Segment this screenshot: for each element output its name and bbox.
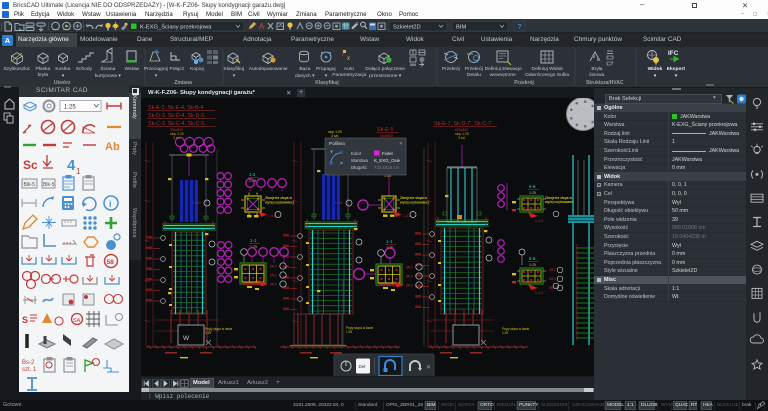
svg-text:Zbrojenie słupa w: Zbrojenie słupa w	[265, 196, 292, 200]
svg-text:1:25: 1:25	[64, 105, 76, 111]
svg-text:SA: SA	[73, 318, 81, 324]
svg-text:1:25: 1:25	[346, 330, 352, 334]
svg-text:wyżej usytuowanej: wyżej usytuowanej	[399, 201, 429, 205]
svg-text:1:25: 1:25	[502, 331, 508, 335]
svg-text:szt. 1: szt. 1	[22, 367, 37, 373]
svg-text:1.110: 1.110	[335, 201, 343, 205]
svg-text:Polilinia: Polilinia	[329, 141, 345, 146]
svg-text:S: S	[22, 315, 28, 325]
svg-text:Ø8,0: Ø8,0	[549, 286, 556, 290]
svg-text:Długość: Długość	[351, 165, 368, 170]
svg-text:W: W	[183, 335, 190, 342]
svg-text:733.6415 cm: 733.6415 cm	[374, 165, 400, 170]
svg-text:Ø8,0: Ø8,0	[549, 268, 556, 272]
svg-text:K_EXG_Osie: K_EXG_Osie	[374, 158, 401, 163]
svg-text:Sk-E-7, Sk-D-7', Sk-C-7': Sk-E-7, Sk-D-7', Sk-C-7'	[434, 121, 492, 127]
svg-text:1-1: 1-1	[250, 238, 257, 243]
svg-text:1:25: 1:25	[529, 191, 536, 195]
svg-text:1-2: 1-2	[249, 172, 256, 177]
svg-text:Blk-5: Blk-5	[24, 182, 36, 188]
svg-text:Warstwa: Warstwa	[351, 158, 368, 163]
svg-text:3 szt.: 3 szt.	[331, 134, 339, 138]
svg-text:1:25: 1:25	[205, 331, 211, 335]
svg-text:Bs-2: Bs-2	[22, 360, 35, 366]
svg-text:1-4,5: 1-4,5	[535, 291, 543, 295]
svg-text:Ø8,0: Ø8,0	[549, 277, 556, 281]
svg-text:3 szt.: 3 szt.	[458, 136, 466, 140]
svg-text:A: A	[259, 22, 265, 31]
svg-text:?: ?	[518, 24, 522, 31]
svg-text:1.110: 1.110	[193, 201, 201, 205]
svg-text:Szkielet2D: Szkielet2D	[393, 25, 421, 31]
svg-text:Ø8,0: Ø8,0	[406, 266, 413, 270]
svg-text:i: i	[109, 199, 112, 209]
svg-text:IFC: IFC	[668, 50, 679, 57]
svg-text:wyżej usytuowanej: wyżej usytuowanej	[544, 200, 574, 204]
svg-text:Zbrojenie słupa w: Zbrojenie słupa w	[400, 196, 427, 200]
svg-text:Ø8,0: Ø8,0	[270, 283, 277, 287]
svg-text:✕: ✕	[426, 365, 431, 371]
svg-text:Del: Del	[359, 364, 366, 369]
svg-text:Blk-5: Blk-5	[43, 182, 55, 188]
svg-text:Sk-E-5: Sk-E-5	[377, 127, 393, 133]
svg-text:Sk-E-3, Sk-E-4, Sk-B-4: Sk-E-3, Sk-E-4, Sk-B-4	[148, 105, 203, 111]
svg-text:1: 1	[76, 167, 81, 176]
svg-text:Sk-D-3, Sk-D-4, Sk-D-5,: Sk-D-3, Sk-D-4, Sk-D-5,	[148, 113, 206, 119]
svg-text:6-6: 6-6	[529, 184, 536, 189]
svg-text:✕: ✕	[399, 141, 403, 146]
svg-text:4: 4	[67, 157, 76, 174]
svg-text:Kolor: Kolor	[351, 151, 362, 156]
svg-text:1-4,5: 1-4,5	[535, 219, 543, 223]
svg-text:Ø8,0: Ø8,0	[270, 265, 277, 269]
svg-text:Sc: Sc	[23, 158, 38, 172]
svg-text:1-1: 1-1	[386, 239, 393, 244]
svg-text:5-5: 5-5	[529, 256, 536, 261]
svg-text:Sk-C-3, Sk-C-4, Sk-C-5,: Sk-C-3, Sk-C-4, Sk-C-5,	[148, 121, 206, 127]
svg-text:Ab: Ab	[105, 141, 120, 153]
svg-text:BIM: BIM	[456, 25, 466, 31]
svg-text:1:25: 1:25	[529, 263, 536, 267]
svg-text:wyżej usytuowanej: wyżej usytuowanej	[264, 201, 294, 205]
svg-text:Fiolet: Fiolet	[382, 151, 394, 156]
svg-text:Ø8,0: Ø8,0	[406, 275, 413, 279]
svg-text:Ø8,0: Ø8,0	[406, 284, 413, 288]
svg-text:K-EXG_Ściany przekrojowa: K-EXG_Ściany przekrojowa	[140, 23, 212, 31]
svg-text:Ø8,0: Ø8,0	[270, 274, 277, 278]
svg-text:x: x	[346, 56, 351, 62]
svg-text:58: 58	[107, 259, 115, 266]
